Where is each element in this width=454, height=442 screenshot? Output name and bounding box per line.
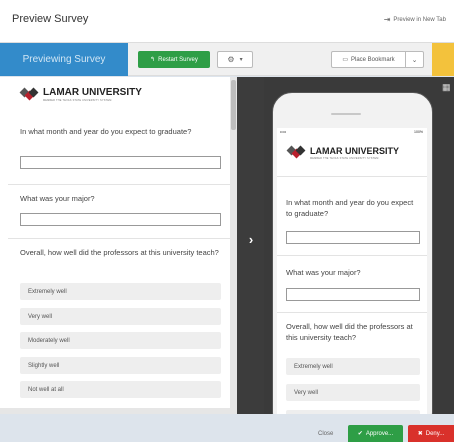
qr-code-icon[interactable]: ▦ xyxy=(442,82,452,92)
survey-preview-pane[interactable]: LAMAR UNIVERSITY MEMBER THE TEXAS STATE … xyxy=(0,77,230,414)
bookmark-dropdown[interactable]: ⌄ xyxy=(406,51,424,68)
answer-option[interactable]: Not well at all xyxy=(20,381,221,398)
preview-new-tab-label: Preview in New Tab xyxy=(393,16,446,23)
graduation-date-input[interactable] xyxy=(20,156,221,169)
major-input[interactable] xyxy=(20,213,221,226)
question-text: Overall, how well did the professors at … xyxy=(20,248,219,257)
phone-frame: ••••• 100% LAMAR UNIVERSITY MEMBER THE T… xyxy=(272,92,433,414)
page-title: Preview Survey xyxy=(12,13,89,25)
answer-option[interactable]: Very well xyxy=(286,384,420,401)
question-text: In what month and year do you expect to … xyxy=(286,198,414,218)
question-text: What was your major? xyxy=(286,268,361,277)
answer-option[interactable]: Slightly well xyxy=(20,357,221,374)
question-divider xyxy=(8,184,230,185)
close-button[interactable]: Close xyxy=(318,431,333,437)
restart-survey-label: Restart Survey xyxy=(158,56,198,63)
graduation-date-input[interactable] xyxy=(286,231,420,244)
logo-name: LAMAR UNIVERSITY xyxy=(310,146,400,156)
answer-option[interactable]: Extremely well xyxy=(286,358,420,375)
scrollbar-thumb[interactable] xyxy=(231,80,236,130)
deny-button[interactable]: ✖ Deny... xyxy=(408,425,454,442)
settings-dropdown[interactable]: ⚙ ▾ xyxy=(217,51,253,68)
question-text: Overall, how well did the professors at … xyxy=(286,322,413,342)
preview-new-tab-link[interactable]: ⇥ Preview in New Tab xyxy=(384,15,446,24)
question-divider xyxy=(277,312,427,313)
deny-label: Deny... xyxy=(425,430,445,437)
pane-divider: › xyxy=(237,77,264,414)
external-link-icon: ⇥ xyxy=(383,15,391,24)
preview-toolbar: Previewing Survey ↰ Restart Survey ⚙ ▾ ▭… xyxy=(0,42,454,76)
logo-name: LAMAR UNIVERSITY xyxy=(43,87,142,98)
bookmark-tab[interactable] xyxy=(432,43,454,76)
chevron-right-icon[interactable]: › xyxy=(244,232,258,247)
logo-tagline: MEMBER THE TEXAS STATE UNIVERSITY SYSTEM xyxy=(43,99,112,102)
logo-tagline: MEMBER THE TEXAS STATE UNIVERSITY SYSTEM xyxy=(310,157,379,160)
place-bookmark-label: Place Bookmark xyxy=(350,56,395,63)
answer-option[interactable]: Very well xyxy=(20,308,221,325)
mobile-preview-pane: ▦ ••••• 100% LAMAR UNIVERSITY MEMBER THE… xyxy=(264,77,454,414)
close-icon: ✖ xyxy=(417,431,423,437)
answer-option[interactable]: Extremely well xyxy=(20,283,221,300)
major-input[interactable] xyxy=(286,288,420,301)
modal-header: Preview Survey ⇥ Preview in New Tab xyxy=(0,0,454,42)
vertical-scrollbar[interactable] xyxy=(230,77,237,414)
university-logo: LAMAR UNIVERSITY MEMBER THE TEXAS STATE … xyxy=(19,87,142,102)
phone-screen[interactable]: ••••• 100% LAMAR UNIVERSITY MEMBER THE T… xyxy=(277,128,427,414)
previewing-survey-label: Previewing Survey xyxy=(0,43,128,76)
bookmark-icon: ▭ xyxy=(342,57,348,63)
question-text: What was your major? xyxy=(20,194,95,203)
chevron-down-icon: ▾ xyxy=(239,57,243,63)
logo-mark-icon xyxy=(286,145,306,160)
question-text: In what month and year do you expect to … xyxy=(20,127,192,136)
question-divider xyxy=(8,238,230,239)
check-icon: ✔ xyxy=(357,431,363,437)
phone-status-bar: ••••• 100% xyxy=(277,128,427,136)
restart-survey-button[interactable]: ↰ Restart Survey xyxy=(138,51,210,68)
restart-icon: ↰ xyxy=(150,57,156,63)
university-logo: LAMAR UNIVERSITY MEMBER THE TEXAS STATE … xyxy=(286,145,400,160)
gear-icon: ⚙ xyxy=(227,55,235,64)
answer-option[interactable]: Moderately well xyxy=(286,410,420,414)
battery-indicator: 100% xyxy=(414,130,423,134)
horizontal-scrollbar[interactable] xyxy=(0,408,237,414)
chevron-down-icon: ⌄ xyxy=(411,56,418,64)
question-divider xyxy=(277,176,427,177)
logo-mark-icon xyxy=(19,87,39,102)
answer-option[interactable]: Moderately well xyxy=(20,332,221,349)
place-bookmark-button[interactable]: ▭ Place Bookmark xyxy=(331,51,406,68)
signal-indicator: ••••• xyxy=(280,130,287,134)
approve-button[interactable]: ✔ Approve... xyxy=(348,425,403,442)
phone-speaker xyxy=(331,113,361,115)
approve-label: Approve... xyxy=(365,430,394,437)
question-divider xyxy=(277,255,427,256)
